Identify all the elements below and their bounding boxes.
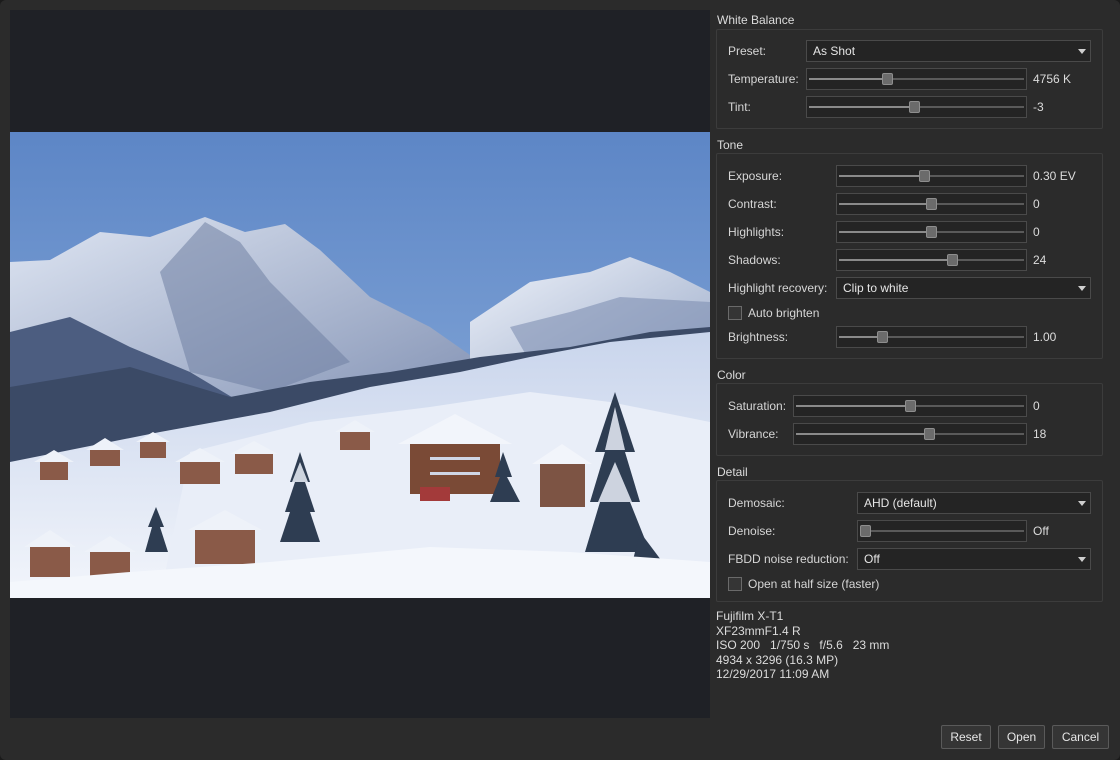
highlight-recovery-value: Clip to white [843,281,909,295]
capture-date: 12/29/2017 11:09 AM [716,667,830,681]
highlights-value: 0 [1033,225,1040,239]
preset-label: Preset: [728,44,767,58]
slider-thumb[interactable] [924,428,936,440]
raw-import-dialog: White Balance Preset: As Shot Temperatur… [0,0,1120,760]
saturation-slider[interactable] [793,395,1027,417]
highlights-slider[interactable] [836,221,1027,243]
slider-thumb[interactable] [908,101,920,113]
color-title: Color [717,368,746,382]
tint-slider[interactable] [806,96,1027,118]
exposure-value: 0.30 EV [1033,169,1076,183]
white-balance-title: White Balance [717,13,795,27]
preset-value: As Shot [813,44,856,58]
slider-thumb[interactable] [946,254,958,266]
fbdd-label: FBDD noise reduction: [728,552,849,566]
half-size-checkbox[interactable] [728,577,742,591]
slider-thumb[interactable] [926,198,937,210]
denoise-slider[interactable] [857,520,1027,542]
white-balance-group: Preset: As Shot Temperature: 4756 K Tint… [716,29,1103,129]
brightness-value: 1.00 [1033,330,1057,344]
camera-model: Fujifilm X-T1 [716,609,784,623]
chevron-down-icon [1078,286,1086,291]
temperature-value: 4756 K [1033,72,1072,86]
slider-thumb[interactable] [860,525,871,537]
half-size-label[interactable]: Open at half size (faster) [748,577,879,591]
tone-group: Exposure: 0.30 EV Contrast: 0 Highlights… [716,153,1103,359]
detail-group: Demosaic: AHD (default) Denoise: Off FBD… [716,480,1103,602]
preview-area [10,10,710,718]
auto-brighten-label[interactable]: Auto brighten [748,306,819,320]
tone-title: Tone [717,138,744,152]
photo-render [10,132,710,598]
detail-title: Detail [717,465,748,479]
temperature-label: Temperature: [728,72,799,86]
denoise-label: Denoise: [728,524,776,538]
tint-value: -3 [1033,100,1044,114]
contrast-value: 0 [1033,197,1040,211]
vibrance-value: 18 [1033,427,1047,441]
slider-thumb[interactable] [877,331,889,343]
saturation-value: 0 [1033,399,1040,413]
color-group: Saturation: 0 Vibrance: 18 [716,383,1103,456]
temperature-slider[interactable] [806,68,1027,90]
brightness-label: Brightness: [728,330,789,344]
demosaic-label: Demosaic: [728,496,785,510]
image-dimensions: 4934 x 3296 (16.3 MP) [716,652,839,667]
shadows-label: Shadows: [728,253,781,267]
highlight-recovery-label: Highlight recovery: [728,281,828,295]
tint-label: Tint: [728,100,751,114]
preset-select[interactable]: As Shot [806,40,1091,62]
demosaic-value: AHD (default) [864,496,937,510]
chevron-down-icon [1078,49,1086,54]
cancel-button[interactable]: Cancel [1052,725,1109,749]
highlights-label: Highlights: [728,225,785,239]
open-button[interactable]: Open [998,725,1045,749]
highlight-recovery-select[interactable]: Clip to white [836,277,1091,299]
chevron-down-icon [1078,501,1086,506]
fbdd-value: Off [864,552,880,566]
brightness-slider[interactable] [836,326,1027,348]
demosaic-select[interactable]: AHD (default) [857,492,1091,514]
vibrance-label: Vibrance: [728,427,779,441]
slider-thumb[interactable] [919,170,931,182]
denoise-value: Off [1033,524,1049,538]
fbdd-select[interactable]: Off [857,548,1091,570]
lens-model: XF23mmF1.4 R [716,623,801,638]
exposure-label: Exposure: [728,169,783,183]
chevron-down-icon [1078,557,1086,562]
vibrance-slider[interactable] [793,423,1027,445]
reset-button[interactable]: Reset [941,725,991,749]
slider-thumb[interactable] [882,73,894,85]
shadows-value: 24 [1033,253,1047,267]
slider-thumb[interactable] [926,226,937,238]
preview-image [10,132,710,598]
image-info: Fujifilm X-T1 XF23mmF1.4 R ISO 200 1/750… [716,609,889,682]
contrast-label: Contrast: [728,197,777,211]
shadows-slider[interactable] [836,249,1027,271]
saturation-label: Saturation: [728,399,787,413]
exposure-slider[interactable] [836,165,1027,187]
auto-brighten-checkbox[interactable] [728,306,742,320]
slider-thumb[interactable] [904,400,916,412]
contrast-slider[interactable] [836,193,1027,215]
exposure-info: ISO 200 1/750 s f/5.6 23 mm [716,638,890,652]
